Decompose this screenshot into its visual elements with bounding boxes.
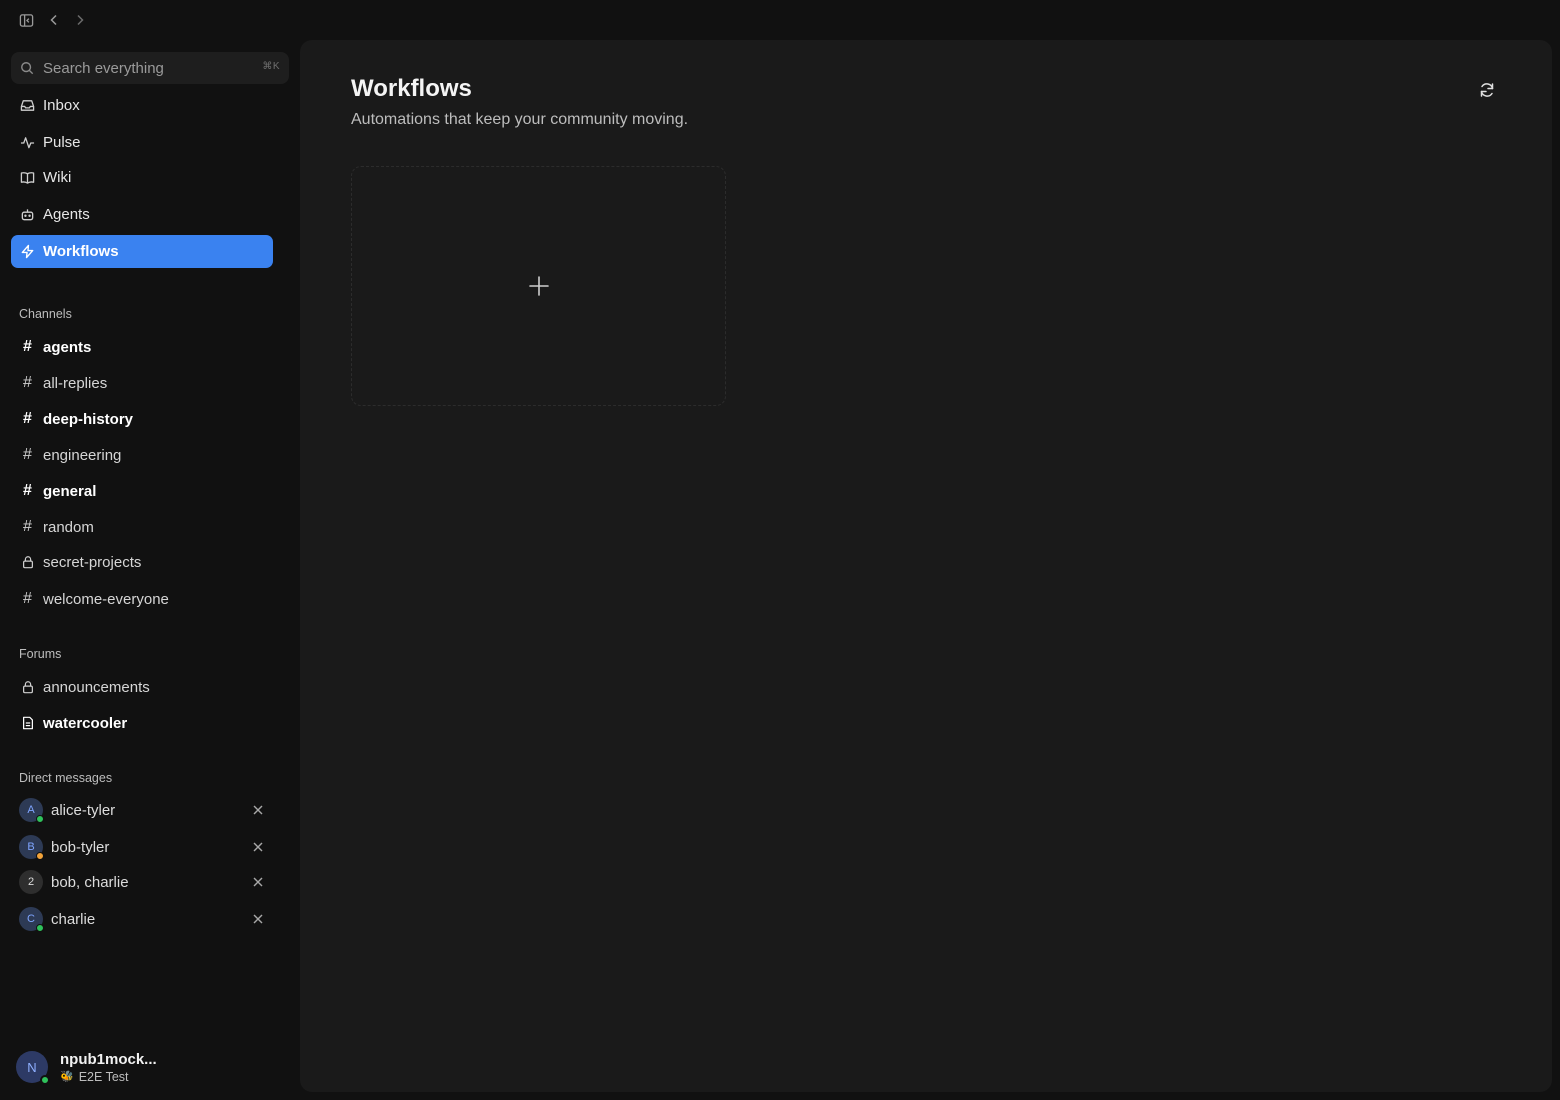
nav-label: Workflows bbox=[43, 243, 119, 260]
search-placeholder: Search everything bbox=[43, 59, 164, 77]
profile-text: npub1mock... 🐝 E2E Test bbox=[60, 1051, 157, 1084]
search-icon bbox=[20, 61, 34, 75]
top-bar bbox=[0, 0, 300, 40]
lock-icon bbox=[20, 555, 35, 570]
dm-item-bob-tyler[interactable]: B bob-tyler bbox=[11, 832, 273, 862]
channel-label: all-replies bbox=[43, 374, 108, 392]
channel-item-secret-projects[interactable]: secret-projects bbox=[11, 547, 273, 577]
channel-item-engineering[interactable]: # engineering bbox=[11, 440, 273, 470]
avatar: B bbox=[19, 835, 44, 860]
book-icon bbox=[20, 170, 35, 185]
channel-item-all-replies[interactable]: # all-replies bbox=[11, 368, 273, 398]
forum-item-watercooler[interactable]: watercooler bbox=[11, 708, 273, 738]
status-text: E2E Test bbox=[78, 1069, 129, 1084]
activity-icon bbox=[20, 135, 35, 150]
online-status-dot bbox=[36, 815, 44, 823]
avatar: A bbox=[19, 798, 44, 823]
nav-item-workflows[interactable]: Workflows bbox=[11, 235, 273, 268]
dm-label: bob, charlie bbox=[51, 873, 129, 891]
profile-status: 🐝 E2E Test bbox=[60, 1070, 157, 1084]
channel-label: engineering bbox=[43, 446, 122, 464]
hash-icon: # bbox=[23, 518, 32, 535]
channel-label: welcome-everyone bbox=[43, 590, 169, 608]
avatar-count: 2 bbox=[27, 876, 35, 888]
lock-icon bbox=[20, 680, 35, 695]
channel-label: random bbox=[43, 518, 94, 536]
nav-label: Agents bbox=[43, 206, 90, 223]
dm-label: alice-tyler bbox=[51, 801, 116, 819]
channel-label: general bbox=[43, 482, 97, 500]
hash-icon: # bbox=[23, 410, 32, 427]
dm-label: charlie bbox=[51, 910, 96, 928]
plus-icon bbox=[528, 275, 550, 297]
channels-heading: Channels bbox=[19, 307, 72, 321]
refresh-icon[interactable] bbox=[1477, 80, 1497, 100]
close-icon[interactable] bbox=[251, 875, 265, 889]
close-icon[interactable] bbox=[251, 803, 265, 817]
channel-item-agents[interactable]: # agents bbox=[11, 332, 273, 362]
sidebar-toggle-icon[interactable] bbox=[16, 10, 36, 30]
nav-label: Inbox bbox=[43, 97, 80, 114]
dm-label: bob-tyler bbox=[51, 838, 110, 856]
search-input[interactable]: Search everything ⌘K bbox=[11, 52, 289, 84]
document-icon bbox=[20, 716, 35, 731]
nav-label: Wiki bbox=[43, 169, 72, 186]
close-icon[interactable] bbox=[251, 912, 265, 926]
online-status-dot bbox=[40, 1075, 50, 1085]
hash-icon: # bbox=[23, 446, 32, 463]
user-profile[interactable]: N npub1mock... 🐝 E2E Test bbox=[16, 1049, 286, 1085]
page-title: Workflows bbox=[351, 75, 472, 102]
status-emoji: 🐝 bbox=[60, 1071, 74, 1083]
avatar-initial: A bbox=[27, 804, 35, 816]
direct-messages-heading: Direct messages bbox=[19, 771, 113, 785]
back-arrow-icon[interactable] bbox=[44, 10, 64, 30]
forum-label: announcements bbox=[43, 678, 150, 696]
close-icon[interactable] bbox=[251, 840, 265, 854]
hash-icon: # bbox=[23, 590, 32, 607]
dm-item-charlie[interactable]: C charlie bbox=[11, 904, 273, 934]
sidebar: Search everything ⌘K Inbox Pulse Wiki Ag… bbox=[0, 40, 300, 1100]
bolt-icon bbox=[20, 244, 35, 259]
hash-icon: # bbox=[23, 482, 32, 499]
nav-item-agents[interactable]: Agents bbox=[11, 198, 273, 231]
app-window: Search everything ⌘K Inbox Pulse Wiki Ag… bbox=[0, 0, 1560, 1100]
hash-icon: # bbox=[23, 338, 32, 355]
channel-label: deep-history bbox=[43, 410, 134, 428]
group-avatar: 2 bbox=[19, 870, 43, 894]
online-status-dot bbox=[36, 924, 44, 932]
page-subtitle: Automations that keep your community mov… bbox=[351, 111, 689, 128]
dm-item-bob-charlie[interactable]: 2 bob, charlie bbox=[11, 867, 273, 897]
channel-item-random[interactable]: # random bbox=[11, 512, 273, 542]
inbox-icon bbox=[20, 98, 35, 113]
channel-item-deep-history[interactable]: # deep-history bbox=[11, 404, 273, 434]
add-workflow-card[interactable] bbox=[351, 166, 726, 406]
forum-item-announcements[interactable]: announcements bbox=[11, 672, 273, 702]
channel-label: agents bbox=[43, 338, 92, 356]
channel-item-general[interactable]: # general bbox=[11, 476, 273, 506]
bot-icon bbox=[20, 207, 35, 222]
avatar-initial: C bbox=[27, 913, 35, 925]
search-shortcut-hint: ⌘K bbox=[262, 61, 280, 72]
avatar-initial: B bbox=[27, 841, 35, 853]
forums-heading: Forums bbox=[19, 647, 62, 661]
dm-item-alice-tyler[interactable]: A alice-tyler bbox=[11, 795, 273, 825]
channel-label: secret-projects bbox=[43, 553, 142, 571]
hash-icon: # bbox=[23, 374, 32, 391]
avatar: C bbox=[19, 907, 44, 932]
nav-item-inbox[interactable]: Inbox bbox=[11, 89, 273, 122]
forward-arrow-icon[interactable] bbox=[70, 10, 90, 30]
profile-name: npub1mock... bbox=[60, 1050, 157, 1068]
away-status-dot bbox=[36, 852, 44, 860]
forum-label: watercooler bbox=[43, 714, 128, 732]
nav-item-pulse[interactable]: Pulse bbox=[11, 126, 273, 159]
main-panel: Workflows Automations that keep your com… bbox=[300, 40, 1552, 1092]
avatar-initial: N bbox=[27, 1059, 37, 1075]
nav-item-wiki[interactable]: Wiki bbox=[11, 161, 273, 194]
channel-item-welcome-everyone[interactable]: # welcome-everyone bbox=[11, 584, 273, 614]
profile-avatar: N bbox=[16, 1051, 50, 1085]
nav-label: Pulse bbox=[43, 134, 81, 151]
